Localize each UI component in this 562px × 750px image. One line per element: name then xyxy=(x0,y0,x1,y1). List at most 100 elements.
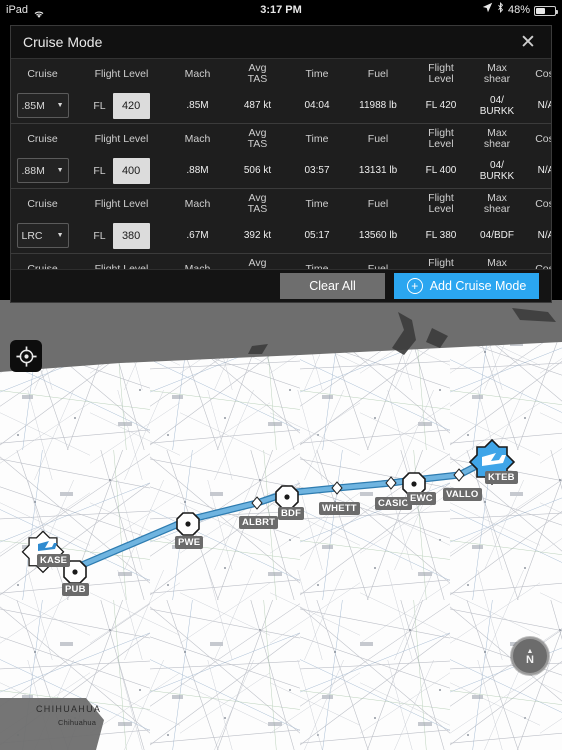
cell-flight-level: FL 380 xyxy=(425,230,457,241)
max-shear-line2: BURKK xyxy=(479,170,515,182)
dialog-title: Cruise Mode xyxy=(23,34,103,50)
map-canvas[interactable]: KASE PUB PWE ALBRT BDF WHETT CASIO EWC V… xyxy=(0,300,562,750)
bluetooth-icon xyxy=(497,0,504,20)
location-arrow-glyph xyxy=(482,2,493,13)
place-label-chihuahua-city: Chihuahua xyxy=(58,718,97,727)
column-header-cost: Cost xyxy=(535,132,551,145)
crosshair-target-icon[interactable] xyxy=(10,340,42,372)
cell-time: 05:17 xyxy=(304,230,330,241)
aeronautical-chart xyxy=(0,300,562,750)
compass-north-icon[interactable]: ▲ N xyxy=(511,637,549,675)
cell-mach: .67M xyxy=(186,230,209,241)
column-header-max-shear: Maxshear xyxy=(483,126,511,150)
cruise-mode-dropdown[interactable]: .88M ▼ xyxy=(11,158,74,183)
close-icon[interactable]: ✕ xyxy=(517,33,539,52)
column-header-flight-level: Flight Level xyxy=(94,132,149,145)
cruise-mode-row-group: Cruise Flight Level .88M ▼ FL 400 Mach A… xyxy=(11,124,551,189)
waypoint-label-pub[interactable]: PUB xyxy=(62,583,89,596)
column-header-cruise: Cruise xyxy=(27,67,58,80)
crosshair-glyph xyxy=(15,345,37,367)
cell-flight-level: FL 400 xyxy=(425,165,457,176)
place-label-chihuahua-state: CHIHUAHUA xyxy=(36,704,102,714)
waypoint-label-pwe[interactable]: PWE xyxy=(175,536,204,549)
column-header-flight-level: Flight Level xyxy=(94,197,149,210)
flight-level-input[interactable]: 420 xyxy=(112,92,150,119)
flight-level-input-cell[interactable]: FL 380 xyxy=(74,222,169,249)
cell-time: 04:04 xyxy=(304,100,330,111)
cell-fuel: 11988 lb xyxy=(359,100,397,111)
cruise-mode-value: .85M xyxy=(21,99,45,112)
cell-time: 03:57 xyxy=(304,165,330,176)
add-cruise-mode-button[interactable]: + Add Cruise Mode xyxy=(394,273,539,299)
waypoint-label-albrt[interactable]: ALBRT xyxy=(239,516,279,529)
column-header-time: Time xyxy=(305,197,329,210)
cell-mach: .88M xyxy=(186,165,209,176)
flight-level-input-cell[interactable]: FL 420 xyxy=(74,92,169,119)
column-header-flight-level-2: FlightLevel xyxy=(428,126,454,150)
cruise-mode-dialog: Cruise Mode ✕ Cruise Flight Level .85M ▼ xyxy=(10,25,552,303)
column-header-mach: Mach xyxy=(184,197,211,210)
flight-level-input[interactable]: 400 xyxy=(112,157,150,184)
cell-avg-tas: 506 kt xyxy=(243,165,272,176)
cell-cost: N/A xyxy=(537,230,551,241)
fl-prefix-label: FL xyxy=(93,99,106,112)
fl-prefix-label: FL xyxy=(93,164,106,177)
clear-all-button[interactable]: Clear All xyxy=(280,273,385,299)
bluetooth-glyph xyxy=(498,1,504,14)
location-arrow-icon xyxy=(482,0,493,20)
column-header-cruise: Cruise xyxy=(27,132,58,145)
column-header-avg-tas: AvgTAS xyxy=(247,126,268,150)
column-header-flight-level: Flight Level xyxy=(94,67,149,80)
battery-icon xyxy=(534,6,558,16)
status-bar: iPad 3:17 PM 48% xyxy=(0,0,562,20)
compass-label: N xyxy=(526,653,534,666)
status-right: 48% xyxy=(482,0,558,20)
column-header-avg-tas: AvgTAS xyxy=(247,61,268,85)
cell-fuel: 13560 lb xyxy=(358,230,398,241)
cruise-mode-row-group: Cruise Flight Level LRC ▼ FL 380 Mach Av… xyxy=(11,189,551,254)
cell-flight-level: FL 420 xyxy=(425,100,457,111)
max-shear-line1: 04/ xyxy=(490,159,504,171)
fl-prefix-label: FL xyxy=(93,229,106,242)
flight-level-input[interactable]: 380 xyxy=(112,222,150,249)
waypoint-label-kteb[interactable]: KTEB xyxy=(485,471,518,484)
cell-fuel: 13131 lb xyxy=(358,165,398,176)
cell-cost: N/A xyxy=(537,100,551,111)
waypoint-label-whett[interactable]: WHETT xyxy=(319,502,360,515)
dialog-header: Cruise Mode ✕ xyxy=(11,26,551,59)
cruise-mode-dropdown[interactable]: LRC ▼ xyxy=(11,223,74,248)
cell-max-shear: 04/BDF xyxy=(480,230,514,241)
status-time: 3:17 PM xyxy=(260,4,302,16)
waypoint-label-bdf[interactable]: BDF xyxy=(278,507,305,520)
cruise-mode-value: .88M xyxy=(21,164,45,177)
column-header-mach: Mach xyxy=(184,67,211,80)
waypoint-label-kase[interactable]: KASE xyxy=(37,554,71,567)
cruise-mode-row-group: Cruise Flight Level .85M ▼ FL 420 Mach A… xyxy=(11,59,551,124)
dialog-footer: Clear All + Add Cruise Mode xyxy=(11,269,551,302)
cruise-mode-dropdown[interactable]: .85M ▼ xyxy=(11,93,74,118)
column-header-mach: Mach xyxy=(184,132,211,145)
column-header-time: Time xyxy=(305,67,329,80)
cell-max-shear: 04/ BURKK xyxy=(471,95,523,117)
column-header-fuel: Fuel xyxy=(367,132,389,145)
cruise-mode-table[interactable]: Cruise Flight Level .85M ▼ FL 420 Mach A… xyxy=(11,59,551,271)
max-shear-line1: 04/ xyxy=(490,94,504,106)
column-header-cruise: Cruise xyxy=(27,197,58,210)
column-header-max-shear: Maxshear xyxy=(483,191,511,215)
cruise-mode-value: LRC xyxy=(21,229,43,242)
cell-mach: .85M xyxy=(186,100,209,111)
column-header-fuel: Fuel xyxy=(367,67,389,80)
column-header-flight-level-2: FlightLevel xyxy=(428,191,454,215)
waypoint-label-vallo[interactable]: VALLO xyxy=(443,488,482,501)
cell-avg-tas: 392 kt xyxy=(243,230,272,241)
chevron-down-icon: ▼ xyxy=(56,232,64,239)
flight-level-input-cell[interactable]: FL 400 xyxy=(74,157,169,184)
add-cruise-mode-label: Add Cruise Mode xyxy=(429,279,527,293)
column-header-cost: Cost xyxy=(535,67,551,80)
chevron-down-icon: ▼ xyxy=(56,167,64,174)
cell-max-shear: 04/ BURKK xyxy=(471,160,523,182)
cell-avg-tas: 487 kt xyxy=(243,100,272,111)
chevron-down-icon: ▼ xyxy=(56,102,64,109)
waypoint-label-ewc[interactable]: EWC xyxy=(407,492,436,505)
column-header-time: Time xyxy=(305,132,329,145)
